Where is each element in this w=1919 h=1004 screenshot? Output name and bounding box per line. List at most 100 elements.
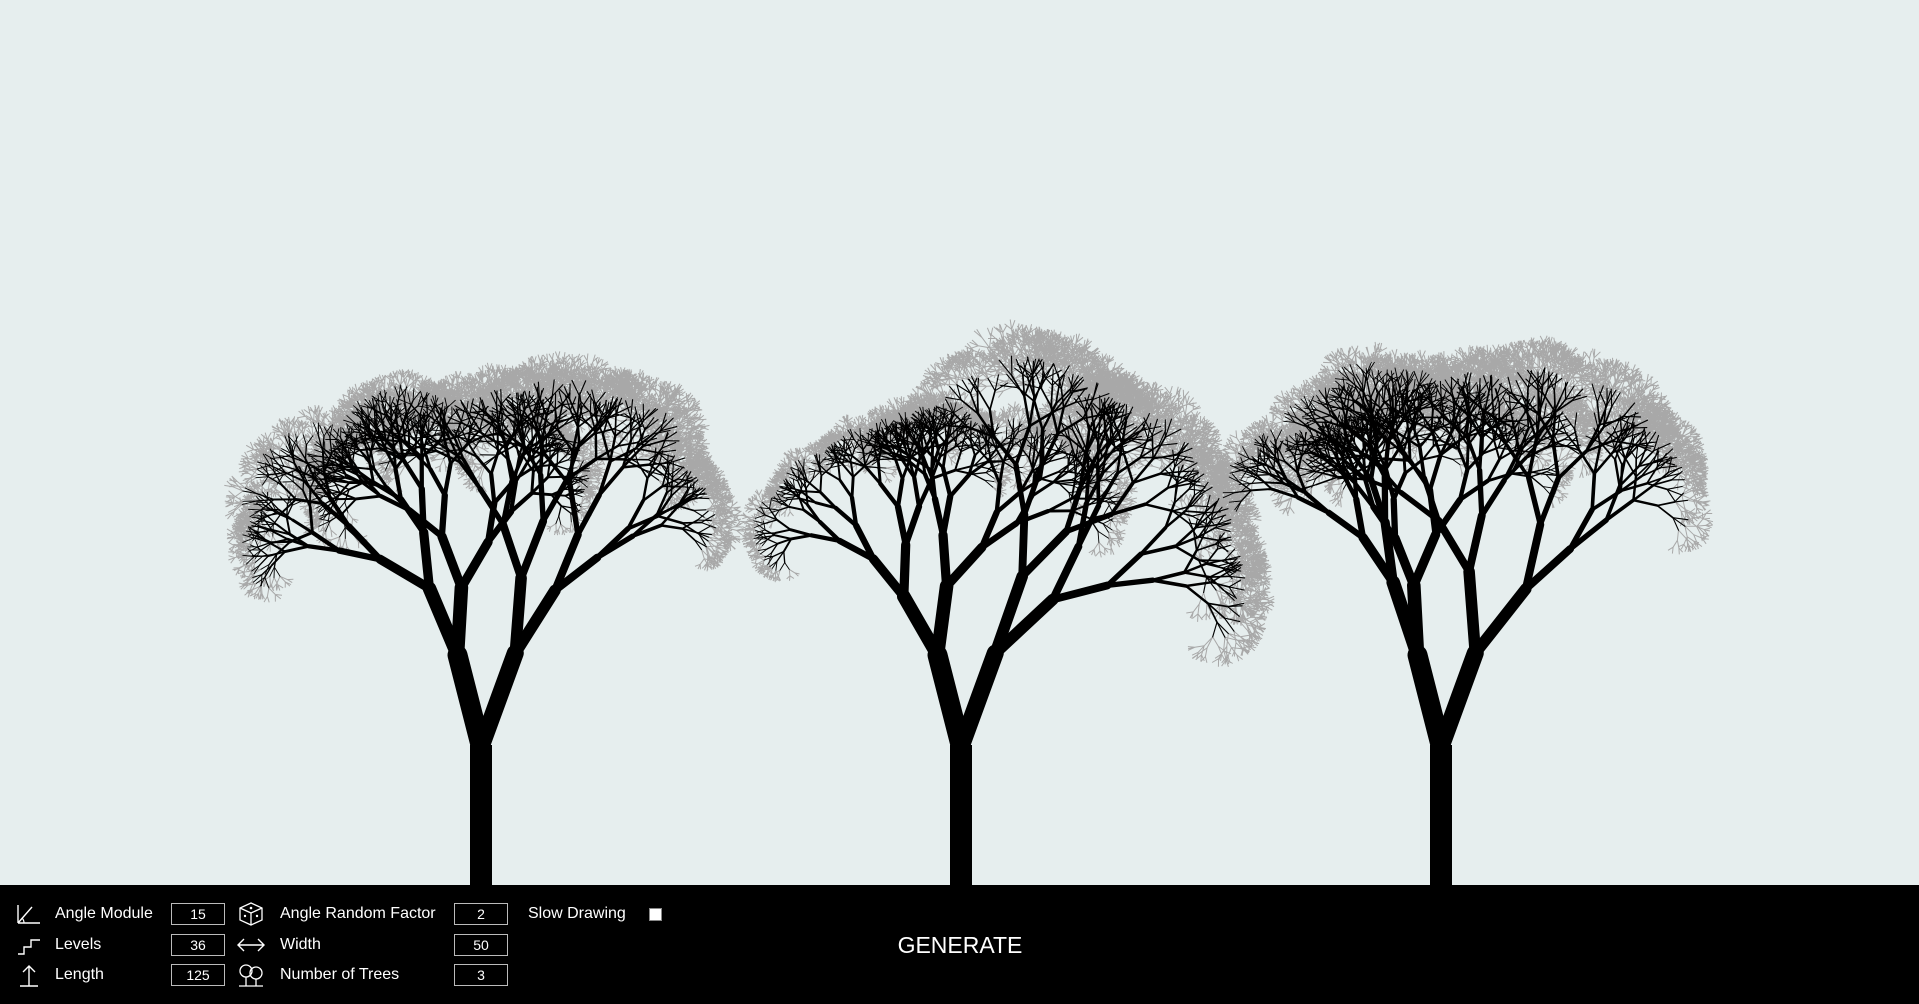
tree-branch — [1632, 498, 1659, 507]
number-of-trees-input[interactable] — [454, 964, 508, 986]
tree-branch — [787, 497, 801, 501]
tree-branch — [1493, 440, 1501, 461]
tree-trunk — [470, 745, 492, 885]
tree-branch — [770, 508, 780, 511]
tree-branch — [1050, 384, 1054, 408]
length-label: Length — [55, 966, 104, 983]
tree-branch — [1388, 402, 1392, 425]
tree-branch — [1376, 430, 1379, 451]
tree-drawing — [224, 319, 1714, 885]
tree-branch — [1381, 385, 1384, 400]
tree-branch — [1427, 452, 1443, 492]
tree-branch — [248, 508, 262, 511]
tree-branch — [989, 389, 996, 411]
tree-branch — [877, 461, 882, 486]
tree-branch — [413, 436, 429, 439]
tree-branch — [1432, 644, 1484, 756]
tree-branch — [456, 537, 493, 593]
tree-branch — [1632, 475, 1638, 502]
tree-branch — [899, 540, 911, 602]
tree-branch — [776, 518, 792, 531]
slow-drawing-checkbox[interactable] — [649, 908, 662, 921]
angle-module-input[interactable] — [171, 903, 225, 925]
dice-icon — [236, 901, 266, 927]
tree-branch — [304, 444, 308, 460]
angle-module-label: Angle Module — [55, 905, 153, 922]
tree-branch — [774, 534, 793, 540]
angle-random-factor-label: Angle Random Factor — [280, 905, 436, 922]
tree-branch — [1613, 458, 1621, 488]
tree-branch — [1622, 415, 1642, 418]
levels-input[interactable] — [171, 934, 225, 956]
tree-branch — [850, 475, 855, 500]
angle-icon — [14, 901, 44, 927]
trees-icon — [236, 962, 266, 988]
width-input[interactable] — [454, 934, 508, 956]
tree-branch — [1469, 583, 1532, 659]
number-of-trees-label: Number of Trees — [280, 966, 400, 983]
tree-branch — [339, 527, 346, 538]
tree-branch — [1439, 380, 1442, 398]
tree-branch — [1018, 510, 1029, 581]
tree-branch — [401, 454, 418, 457]
tree-branch — [902, 503, 923, 548]
tree-branch — [766, 538, 779, 545]
tree-branch — [686, 475, 689, 491]
control-bar: Angle Module Levels Length Angle Random … — [0, 885, 1919, 1004]
tree-branch — [835, 461, 850, 464]
tree-branch — [1465, 443, 1470, 472]
tree-branch — [1033, 378, 1044, 403]
generate-button[interactable]: GENERATE — [880, 929, 1040, 961]
tree-branch — [964, 414, 966, 424]
tree-branch — [1525, 474, 1543, 528]
tree-branch — [1463, 565, 1482, 659]
tree-branch — [273, 566, 281, 577]
tree-branch — [1390, 496, 1399, 542]
tree-branch — [1476, 467, 1485, 519]
double-arrow-icon — [236, 932, 266, 958]
tree-branch — [272, 524, 274, 537]
tree-branch — [328, 512, 344, 515]
tree-branch — [1227, 606, 1240, 617]
tree-branch — [568, 449, 575, 489]
tree-branch — [1040, 471, 1059, 480]
tree-branch — [418, 485, 427, 536]
tree-branch — [260, 574, 263, 587]
tree-branch — [1465, 511, 1486, 576]
length-input[interactable] — [171, 964, 225, 986]
tree-branch — [1250, 488, 1273, 492]
tree-branch — [495, 390, 498, 406]
tree-branch — [1407, 432, 1412, 462]
stairs-icon — [14, 932, 44, 958]
tree-branch — [1479, 477, 1507, 519]
tree-branch — [859, 428, 862, 439]
tree-branch — [1418, 428, 1436, 449]
angle-random-factor-input[interactable] — [454, 903, 508, 925]
tree-branch — [1227, 605, 1243, 608]
tree-branch — [556, 454, 567, 465]
tree-branch — [1257, 473, 1273, 476]
tree-branch — [939, 493, 954, 539]
tree-branch — [692, 509, 707, 511]
tree-branch — [489, 471, 497, 506]
tree-branch — [517, 517, 548, 582]
tree-branch — [574, 493, 583, 498]
tree-branch — [1537, 475, 1561, 528]
tree-branch — [1177, 466, 1180, 483]
tree-branch — [428, 467, 447, 498]
tree-branch — [283, 544, 311, 554]
tree-branch — [342, 431, 355, 433]
tree-branch — [930, 579, 954, 662]
tree-branch — [472, 644, 524, 756]
tree-branch — [1407, 578, 1425, 662]
tree-branch — [499, 520, 526, 582]
tree-branch — [1051, 369, 1054, 386]
tree-branch — [1143, 503, 1175, 513]
tree-branch — [1036, 426, 1038, 439]
tree-branch — [264, 508, 280, 511]
tree-branch — [895, 477, 905, 509]
tree-branch — [826, 471, 841, 482]
tree-branch — [837, 463, 841, 482]
tree-branch — [1409, 530, 1441, 591]
tree-branch — [389, 408, 392, 420]
